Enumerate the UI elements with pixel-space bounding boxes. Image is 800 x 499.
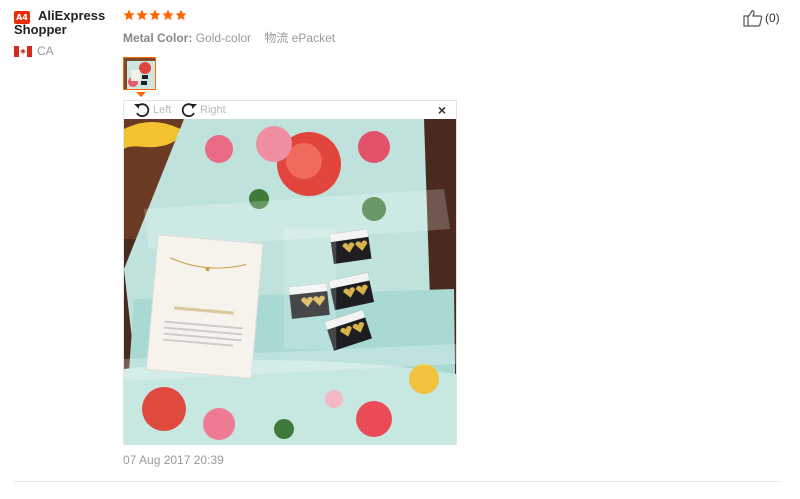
star-rating — [123, 9, 463, 23]
star-icon — [175, 9, 187, 21]
thumbnail-image — [124, 58, 155, 89]
rotate-right-icon — [181, 103, 197, 118]
review-body: Metal Color: Gold-color 物流 ePacket — [123, 9, 463, 46]
reviewer-info: A4 AliExpress Shopper CA — [14, 9, 119, 58]
rotate-right-label: Right — [200, 104, 226, 116]
review-meta: Metal Color: Gold-color 物流 ePacket — [123, 29, 463, 46]
attribute-value: Gold-color — [195, 31, 252, 45]
helpful-count: (0) — [765, 11, 780, 25]
shipping-label: 物流 — [264, 31, 289, 45]
star-icon — [162, 9, 174, 21]
buyer-level-badge: A4 — [14, 11, 30, 24]
reviewer-country: CA — [37, 44, 54, 58]
star-icon — [136, 9, 148, 21]
review-photo — [124, 119, 456, 445]
flag-canada-icon — [14, 45, 32, 57]
review-divider — [14, 481, 780, 482]
close-viewer-button[interactable]: × — [438, 103, 446, 117]
reviewer-name-row: A4 AliExpress Shopper — [14, 9, 119, 37]
review-photo-thumbnail[interactable] — [123, 57, 156, 90]
shipping-value: ePacket — [291, 31, 336, 45]
star-icon — [149, 9, 161, 21]
thumbnail-selected-indicator — [136, 92, 146, 97]
rotate-right-button[interactable]: Right — [180, 102, 226, 118]
image-viewer: Left Right × — [123, 100, 457, 445]
thumbs-up-icon — [743, 10, 763, 27]
review-date: 07 Aug 2017 20:39 — [123, 453, 224, 467]
attribute-key: Metal Color: — [123, 31, 193, 45]
rotate-left-label: Left — [153, 104, 172, 116]
reviewer-country-row: CA — [14, 44, 119, 58]
rotate-left-icon — [134, 103, 150, 118]
rotate-left-button[interactable]: Left — [133, 102, 171, 118]
star-icon — [123, 9, 135, 21]
image-viewer-toolbar: Left Right × — [124, 101, 456, 119]
helpful-button[interactable]: (0) — [743, 9, 780, 27]
